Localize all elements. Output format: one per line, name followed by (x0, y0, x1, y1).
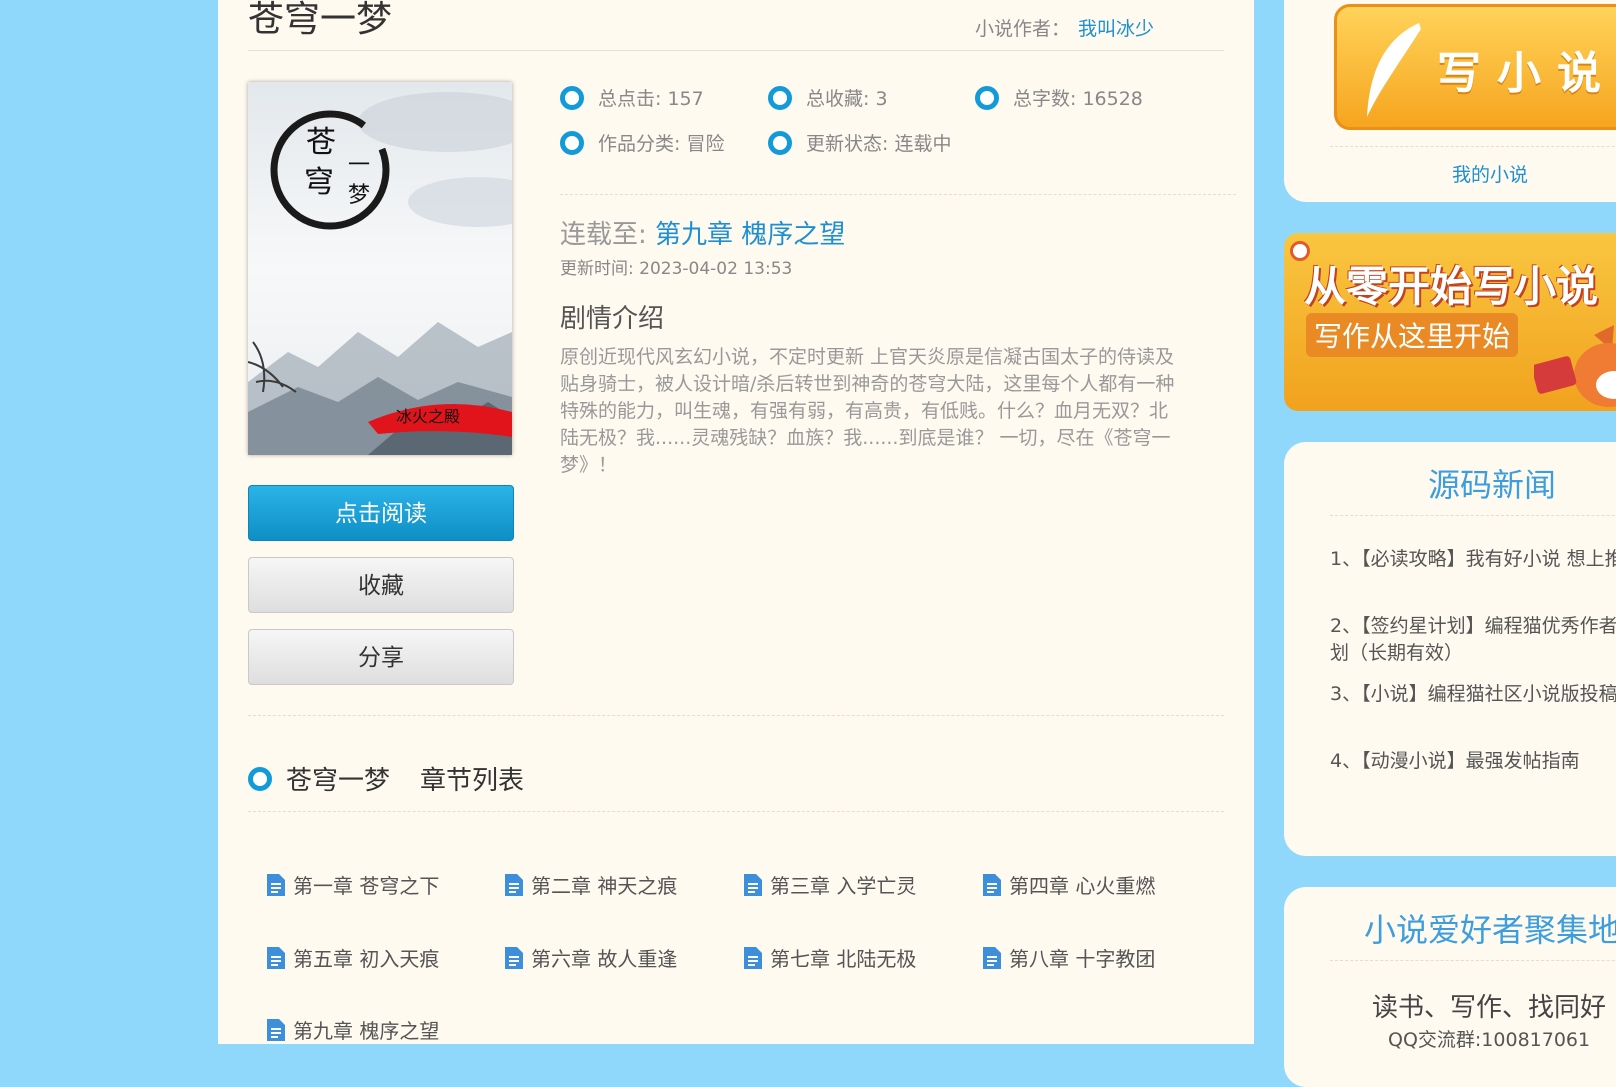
bullet-ring-icon (560, 130, 584, 155)
share-button[interactable]: 分享 (248, 629, 514, 685)
chapter-item[interactable]: 第五章 初入天痕 (267, 943, 439, 972)
chapter-title: 第七章 北陆无极 (770, 947, 917, 971)
news-item[interactable]: 1、【必读攻略】我有好小说 想上推荐 (1330, 546, 1616, 573)
news-item[interactable]: 4、【动漫小说】最强发帖指南 (1330, 748, 1616, 775)
feather-icon (1367, 23, 1421, 117)
promo-banner[interactable]: 从零开始写小说 写作从这里开始 (1284, 233, 1616, 411)
cover-title-char: 梦 (348, 183, 370, 208)
document-icon (505, 946, 523, 969)
chapter-item[interactable]: 第九章 槐序之望 (267, 1015, 439, 1044)
bullet-ring-icon (248, 766, 272, 791)
chapter-title: 第六章 故人重逢 (531, 947, 678, 971)
community-card: 小说爱好者聚集地 读书、写作、找同好 QQ交流群:100817061 (1284, 887, 1616, 1087)
qq-group-number: QQ交流群:100817061 (1388, 1029, 1591, 1051)
news-item[interactable]: 2、【签约星计划】编程猫优秀作者签约计划（长期有效） (1330, 613, 1616, 667)
chapter-list-book-name: 苍穹一梦 (286, 766, 391, 796)
document-icon (744, 946, 762, 969)
document-icon (744, 873, 762, 896)
document-icon (983, 873, 1001, 896)
stat-clicks-text: 总点击: 157 (598, 88, 704, 110)
stat-status: 更新状态: 连载中 (768, 129, 951, 156)
author-info: 小说作者： 我叫冰少 (975, 14, 1154, 41)
document-icon (983, 946, 1001, 969)
section-divider (248, 715, 1224, 716)
document-icon (267, 946, 285, 969)
promo-headline: 从零开始写小说 (1304, 262, 1599, 311)
intro-text: 原创近现代风玄幻小说，不定时更新 上官天炎原是信凝古国太子的侍读及贴身骑士，被人… (560, 346, 1175, 476)
chapter-item[interactable]: 第六章 故人重逢 (505, 943, 677, 972)
cover-title-char: 穹 (304, 165, 334, 200)
bullet-ring-icon (560, 85, 584, 110)
update-time: 更新时间: 2023-04-02 13:53 (560, 259, 793, 279)
latest-label: 连载至: (560, 220, 647, 250)
stat-words: 总字数: 16528 (975, 84, 1143, 111)
chapter-title: 第九章 槐序之望 (293, 1019, 440, 1043)
chapter-item[interactable]: 第八章 十字教团 (983, 943, 1155, 972)
chapter-title: 第四章 心火重燃 (1009, 874, 1156, 898)
author-label: 小说作者： (975, 18, 1071, 40)
community-slogan: 读书、写作、找同好 (1372, 993, 1607, 1023)
cover-title-char: 苍 (306, 125, 336, 160)
write-novel-banner[interactable]: 写小说 (1334, 4, 1616, 130)
book-title: 苍穹一梦 (248, 0, 393, 40)
stat-status-text: 更新状态: 连载中 (806, 133, 952, 155)
read-button[interactable]: 点击阅读 (248, 485, 514, 541)
card-divider (1330, 146, 1616, 147)
chapter-list-heading: 苍穹一梦 章节列表 (248, 760, 524, 797)
document-icon (267, 873, 285, 896)
document-icon (505, 873, 523, 896)
chapter-head-divider (248, 811, 1224, 812)
chapter-title: 第三章 入学亡灵 (770, 874, 917, 898)
card-divider (1330, 960, 1616, 961)
chapter-item[interactable]: 第七章 北陆无极 (744, 943, 916, 972)
stat-category: 作品分类: 冒险 (560, 129, 724, 156)
chapter-item[interactable]: 第二章 神天之痕 (505, 870, 677, 899)
intro-heading: 剧情介绍 (560, 304, 665, 334)
stat-words-text: 总字数: 16528 (1013, 88, 1143, 110)
latest-chapter: 连载至: 第九章 槐序之望 (560, 214, 845, 251)
book-detail-panel: 苍穹一梦 小说作者： 我叫冰少 苍 穹 一 梦 冰火之殿 点击阅读 收藏 分享 … (218, 0, 1254, 1044)
stat-clicks: 总点击: 157 (560, 84, 704, 111)
bullet-ring-icon (975, 85, 999, 110)
book-cover: 苍 穹 一 梦 冰火之殿 (248, 82, 512, 455)
chapter-item[interactable]: 第四章 心火重燃 (983, 870, 1155, 899)
author-link[interactable]: 我叫冰少 (1078, 18, 1154, 40)
chapter-title: 第八章 十字教团 (1009, 947, 1156, 971)
stat-favorites: 总收藏: 3 (768, 84, 888, 111)
chapter-title: 第一章 苍穹之下 (293, 874, 440, 898)
write-novel-banner-text: 写小说 (1437, 48, 1616, 99)
title-divider (248, 50, 1224, 51)
chapter-list-title: 章节列表 (420, 766, 525, 796)
news-card: 源码新闻 1、【必读攻略】我有好小说 想上推荐 2、【签约星计划】编程猫优秀作者… (1284, 442, 1616, 856)
stat-category-text: 作品分类: 冒险 (598, 133, 725, 155)
chapter-item[interactable]: 第一章 苍穹之下 (267, 870, 439, 899)
chapter-title: 第五章 初入天痕 (293, 947, 440, 971)
document-icon (267, 1018, 285, 1041)
cover-title-char: 一 (348, 153, 370, 178)
my-novels-link[interactable]: 我的小说 (1452, 160, 1528, 187)
cover-illustration: 苍 穹 一 梦 冰火之殿 (248, 82, 512, 455)
promo-subline: 写作从这里开始 (1306, 313, 1519, 357)
community-title: 小说爱好者聚集地 (1364, 911, 1616, 949)
favorite-button[interactable]: 收藏 (248, 557, 514, 613)
bullet-ring-icon (768, 130, 792, 155)
stat-favorites-text: 总收藏: 3 (806, 88, 888, 110)
stats-divider (560, 194, 1236, 195)
news-title: 源码新闻 (1428, 466, 1557, 504)
chapter-title: 第二章 神天之痕 (531, 874, 678, 898)
cover-seal-text: 冰火之殿 (396, 407, 460, 426)
write-novel-card: 写小说 我的小说 (1284, 0, 1616, 202)
latest-chapter-link[interactable]: 第九章 槐序之望 (655, 220, 845, 250)
news-item[interactable]: 3、【小说】编程猫社区小说版投稿指南 (1330, 681, 1616, 708)
bullet-ring-icon (768, 85, 792, 110)
chapter-item[interactable]: 第三章 入学亡灵 (744, 870, 916, 899)
fox-mascot-icon (1534, 325, 1616, 407)
card-divider (1330, 515, 1616, 516)
